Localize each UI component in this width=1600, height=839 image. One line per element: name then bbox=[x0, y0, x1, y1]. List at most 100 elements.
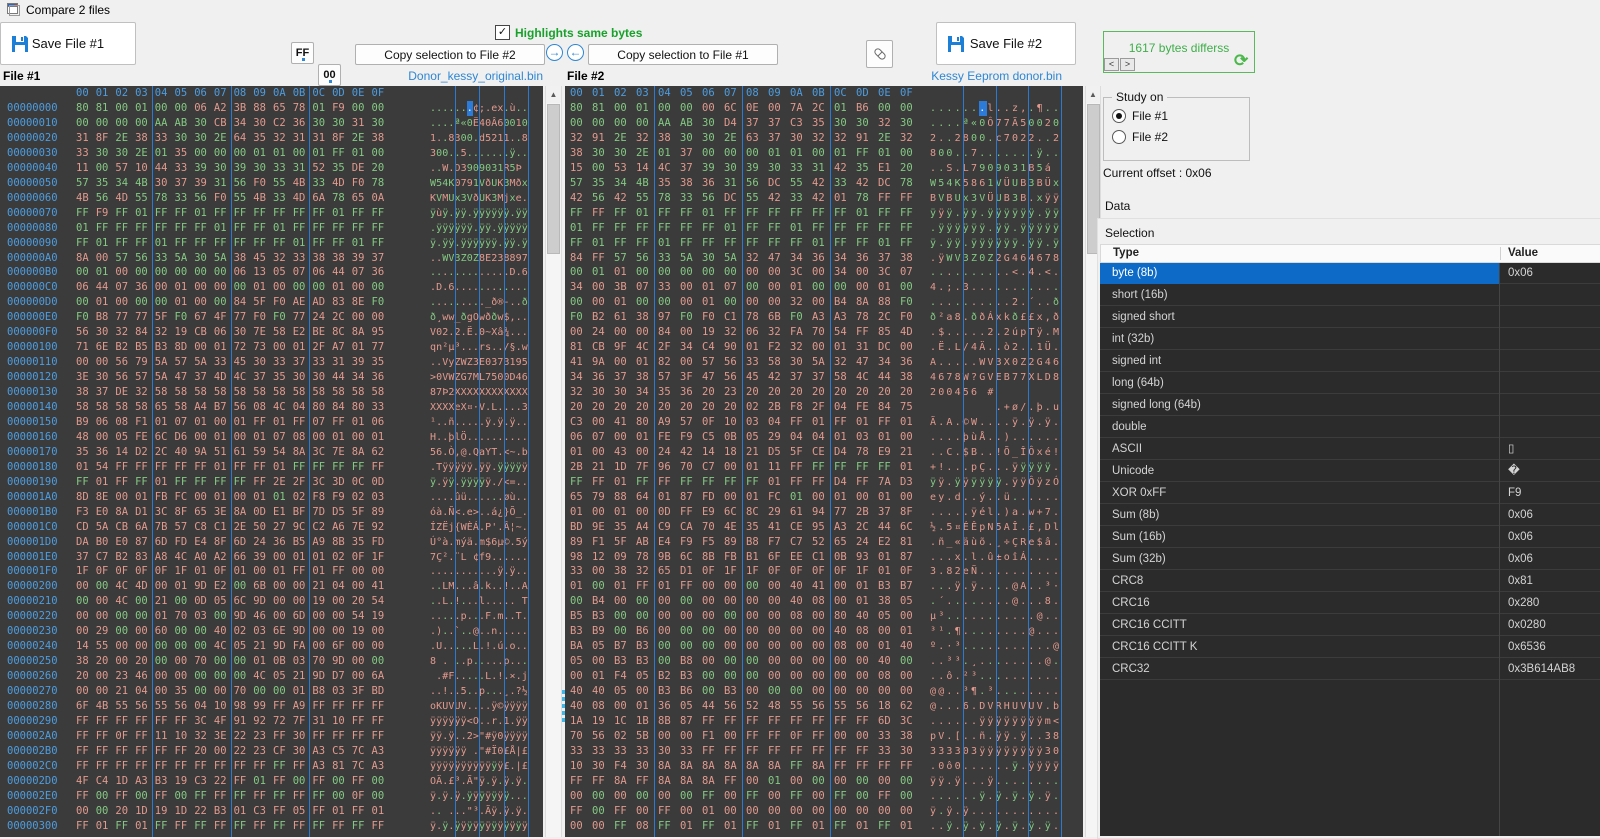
ascii-char[interactable]: . bbox=[1020, 490, 1028, 505]
hex-byte[interactable]: C2 bbox=[312, 520, 325, 535]
hex-byte[interactable]: 00 bbox=[194, 430, 207, 445]
hex-byte[interactable]: 6A bbox=[312, 191, 325, 206]
ascii-char[interactable]: . bbox=[946, 699, 954, 714]
ascii-char[interactable]: x bbox=[1037, 445, 1045, 460]
hex-byte[interactable]: 00 bbox=[214, 146, 227, 161]
hex-byte[interactable]: F8 bbox=[312, 490, 325, 505]
hex-byte[interactable]: 30 bbox=[592, 146, 605, 161]
ascii-char[interactable]: Ê bbox=[971, 520, 979, 535]
ascii-char[interactable]: e bbox=[963, 564, 971, 579]
hex-byte[interactable]: 20 bbox=[746, 385, 759, 400]
hex-byte[interactable]: 00 bbox=[352, 669, 365, 684]
ascii-char[interactable]: $ bbox=[1037, 535, 1045, 550]
hex-byte[interactable]: 30 bbox=[194, 251, 207, 266]
hex-byte[interactable]: 30 bbox=[293, 370, 306, 385]
ascii-char[interactable]: / bbox=[1020, 400, 1028, 415]
ascii-char[interactable]: 0 bbox=[946, 146, 954, 161]
hex-byte[interactable]: AE bbox=[293, 295, 306, 310]
hex-byte[interactable]: 33 bbox=[636, 744, 649, 759]
hex-byte[interactable]: 21 bbox=[115, 684, 128, 699]
hex-byte[interactable]: A9 bbox=[658, 415, 671, 430]
hex-byte[interactable]: 39 bbox=[746, 161, 759, 176]
ascii-char[interactable]: 2 bbox=[1012, 295, 1020, 310]
ascii-char[interactable]: ! bbox=[996, 445, 1004, 460]
hex-byte[interactable]: 00 bbox=[155, 295, 168, 310]
hex-byte[interactable]: 00 bbox=[746, 594, 759, 609]
hex-byte[interactable]: 01 bbox=[175, 280, 188, 295]
ascii-char[interactable]: ÿ bbox=[1037, 714, 1045, 729]
hex-byte[interactable]: 00 bbox=[592, 280, 605, 295]
hex-byte[interactable]: 01 bbox=[856, 415, 869, 430]
ascii-char[interactable]: . bbox=[987, 789, 995, 804]
hex-byte[interactable]: 00 bbox=[658, 101, 671, 116]
hex-byte[interactable]: FF bbox=[234, 774, 247, 789]
hex-byte[interactable]: FF bbox=[115, 819, 128, 834]
hex-byte[interactable]: 00 bbox=[768, 669, 781, 684]
ascii-char[interactable]: . bbox=[522, 789, 528, 804]
hex-byte[interactable]: 06 bbox=[214, 325, 227, 340]
ascii-char[interactable]: 4 bbox=[930, 370, 938, 385]
hex-byte[interactable]: FF bbox=[273, 759, 286, 774]
hex-byte[interactable]: A0 bbox=[194, 550, 207, 565]
hex-byte[interactable]: FF bbox=[273, 206, 286, 221]
hex-byte[interactable]: FF bbox=[658, 804, 671, 819]
hex-byte[interactable]: 01 bbox=[96, 236, 109, 251]
hex-byte[interactable]: 9D bbox=[332, 654, 345, 669]
ascii-char[interactable]: . bbox=[1028, 340, 1036, 355]
ascii-char[interactable]: . bbox=[1020, 639, 1028, 654]
hex-byte[interactable]: 11 bbox=[155, 729, 168, 744]
ascii-char[interactable]: . bbox=[1037, 669, 1045, 684]
hex-byte[interactable]: C3 bbox=[570, 415, 583, 430]
hex-byte[interactable]: 00 bbox=[680, 265, 693, 280]
ascii-char[interactable]: . bbox=[1012, 146, 1020, 161]
hex-byte[interactable]: FF bbox=[372, 729, 385, 744]
hex-byte[interactable]: 01 bbox=[135, 101, 148, 116]
ascii-char[interactable]: 6 bbox=[522, 370, 528, 385]
ascii-char[interactable]: C bbox=[946, 445, 954, 460]
hex-byte[interactable]: 0E bbox=[746, 101, 759, 116]
inspector-type-cell[interactable]: CRC8 bbox=[1100, 571, 1499, 592]
hex-byte[interactable]: 01 bbox=[352, 146, 365, 161]
ascii-char[interactable]: . bbox=[987, 819, 995, 834]
hex-byte[interactable]: 36 bbox=[273, 535, 286, 550]
hex-byte[interactable]: 70 bbox=[312, 654, 325, 669]
hex-byte[interactable]: FF bbox=[812, 744, 825, 759]
ascii-char[interactable]: ÿ bbox=[1012, 819, 1020, 834]
ascii-char[interactable]: V bbox=[979, 191, 987, 206]
hex-byte[interactable]: 37 bbox=[680, 146, 693, 161]
hex-byte[interactable]: 08 bbox=[878, 669, 891, 684]
ascii-char[interactable]: . bbox=[930, 295, 938, 310]
hex-byte[interactable]: 53 bbox=[614, 161, 627, 176]
hex-byte[interactable]: 00 bbox=[900, 669, 913, 684]
ascii-char[interactable]: T bbox=[1028, 325, 1036, 340]
ascii-char[interactable]: . bbox=[1020, 146, 1028, 161]
hex-byte[interactable]: 97 bbox=[658, 310, 671, 325]
hex-byte[interactable]: A6 bbox=[332, 520, 345, 535]
ascii-char[interactable]: . bbox=[987, 669, 995, 684]
hex-byte[interactable]: 01 bbox=[234, 564, 247, 579]
hex-byte[interactable]: 30 bbox=[312, 370, 325, 385]
inspector-row[interactable]: byte (8b)0x06 bbox=[1100, 263, 1600, 284]
hex-byte[interactable]: 8D bbox=[175, 340, 188, 355]
ascii-char[interactable]: ¸ bbox=[971, 654, 979, 669]
hex-byte[interactable]: 00 bbox=[115, 609, 128, 624]
hex-byte[interactable]: C1 bbox=[724, 310, 737, 325]
hex-byte[interactable]: 19 bbox=[175, 774, 188, 789]
hex-byte[interactable]: 33 bbox=[592, 744, 605, 759]
ascii-char[interactable]: . bbox=[1012, 490, 1020, 505]
hex-byte[interactable]: 7E bbox=[352, 520, 365, 535]
hex-byte[interactable]: 01 bbox=[702, 206, 715, 221]
hex-byte[interactable]: 01 bbox=[96, 819, 109, 834]
hex-byte[interactable]: 38 bbox=[636, 370, 649, 385]
hex-byte[interactable]: 38 bbox=[135, 131, 148, 146]
ascii-char[interactable]: . bbox=[946, 609, 954, 624]
hex-byte[interactable]: 00 bbox=[273, 550, 286, 565]
hex-byte[interactable]: 38 bbox=[372, 131, 385, 146]
hex-byte[interactable]: 00 bbox=[155, 101, 168, 116]
hex-byte[interactable]: FF bbox=[680, 475, 693, 490]
hex-byte[interactable]: B7 bbox=[214, 400, 227, 415]
file1-scrollbar[interactable]: ▲ bbox=[545, 86, 562, 837]
ascii-char[interactable]: + bbox=[930, 460, 938, 475]
hex-byte[interactable]: 30 bbox=[790, 131, 803, 146]
hex-byte[interactable]: 08 bbox=[293, 430, 306, 445]
